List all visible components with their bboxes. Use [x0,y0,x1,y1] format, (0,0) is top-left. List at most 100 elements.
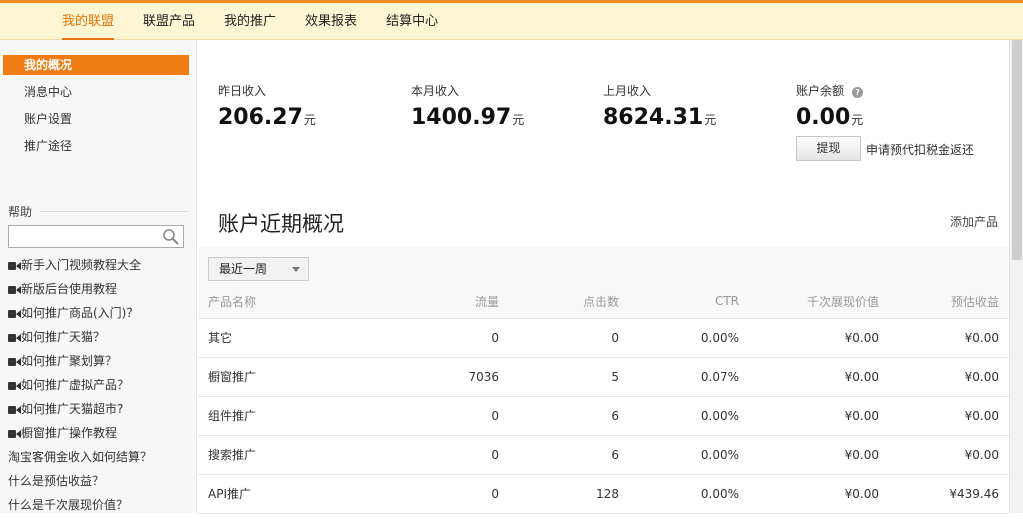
overview-table: 产品名称 流量 点击数 CTR 千次展现价值 预估收益 其它 0 0 0.00%… [198,285,1009,514]
column-header: 产品名称 [198,285,388,319]
cell-rpm: ¥0.00 [739,435,879,475]
help-link[interactable]: 新版后台使用教程 [8,279,196,303]
stat-label: 昨日收入 [218,84,267,98]
vertical-scrollbar[interactable] [1009,40,1023,513]
help-link[interactable]: 如何推广虚拟产品？ [8,375,196,399]
column-header: 流量 [388,285,499,319]
add-product-link[interactable]: 添加产品 [950,213,998,230]
sidebar-item-overview[interactable]: 我的概况 [3,55,189,75]
cell-estimated-income: ¥0.00 [879,357,1009,397]
scrollbar-thumb[interactable] [1012,40,1022,260]
table-header-row: 产品名称 流量 点击数 CTR 千次展现价值 预估收益 [198,285,1009,319]
cell-traffic: 7036 [388,357,499,397]
help-links: 新手入门视频教程大全 新版后台使用教程 如何推广商品(入门)？ 如何推广天猫？ … [8,255,196,519]
stat-label: 本月收入 [411,84,460,98]
cell-estimated-income: ¥439.46 [879,474,1009,514]
cell-ctr: 0.07% [619,357,739,397]
search-icon[interactable] [162,228,180,246]
cell-product-name: 其它 [198,318,388,358]
top-nav-bar: 我的联盟 联盟产品 我的推广 效果报表 结算中心 [0,0,1023,40]
table-row: 组件推广 0 6 0.00% ¥0.00 ¥0.00 [198,396,1009,436]
stat-yesterday-income: 昨日收入 206.27元 [218,82,316,130]
help-icon[interactable]: ? [852,87,864,98]
stat-value: 0.00元 [796,105,864,130]
help-divider [40,211,188,212]
help-link[interactable]: 如何推广天猫？ [8,327,196,351]
help-link[interactable]: 如何推广商品(入门)？ [8,303,196,327]
cell-product-name: 橱窗推广 [198,357,388,397]
nav-my-promotion[interactable]: 我的推广 [224,3,276,40]
cell-ctr: 0.00% [619,396,739,436]
cell-ctr: 0.00% [619,435,739,475]
table-row: API推广 0 128 0.00% ¥0.00 ¥439.46 [198,474,1009,514]
stat-value: 1400.97元 [411,105,525,130]
sidebar-item-promotion-channels[interactable]: 推广途径 [3,136,189,156]
help-link[interactable]: 如何推广天猫超市? [8,399,196,423]
help-link[interactable]: 如何推广聚划算？ [8,351,196,375]
column-header: 预估收益 [879,285,1009,319]
cell-product-name: 组件推广 [198,396,388,436]
video-icon [8,261,21,270]
stat-account-balance: 账户余额? 0.00元 [796,82,863,130]
sidebar-item-messages[interactable]: 消息中心 [3,82,189,102]
cell-traffic: 0 [388,474,499,514]
help-link[interactable]: 新手入门视频教程大全 [8,255,196,279]
video-icon [8,333,21,342]
table-row: 橱窗推广 7036 5 0.07% ¥0.00 ¥0.00 [198,357,1009,397]
help-search-input[interactable] [9,226,159,248]
withdraw-button[interactable]: 提现 [796,136,861,161]
cell-clicks: 0 [499,318,619,358]
section-title: 账户近期概况 [218,212,344,236]
cell-clicks: 5 [499,357,619,397]
sidebar: 我的概况 消息中心 账户设置 推广途径 帮助 新手入门视频教程大全 新版后台使用… [0,40,197,513]
help-link[interactable]: 橱窗推广操作教程 [8,423,196,447]
cell-clicks: 128 [499,474,619,514]
nav-alliance-products[interactable]: 联盟产品 [143,3,195,40]
nav-settlement[interactable]: 结算中心 [386,3,438,40]
nav-my-alliance[interactable]: 我的联盟 [62,3,115,40]
period-select[interactable]: 最近一周 [208,257,309,281]
table-row: 其它 0 0 0.00% ¥0.00 ¥0.00 [198,318,1009,358]
cell-rpm: ¥0.00 [739,318,879,358]
tax-refund-link[interactable]: 申请预代扣税金返还 [866,141,974,158]
stat-this-month-income: 本月收入 1400.97元 [411,82,524,130]
cell-estimated-income: ¥0.00 [879,435,1009,475]
cell-estimated-income: ¥0.00 [879,318,1009,358]
help-link[interactable]: 什么是千次展现价值？ [8,495,196,519]
cell-product-name: API推广 [198,474,388,514]
column-header: CTR [619,285,739,319]
stat-value: 8624.31元 [603,105,717,130]
help-title: 帮助 [8,205,33,219]
cell-traffic: 0 [388,318,499,358]
stat-label: 上月收入 [603,84,652,98]
cell-traffic: 0 [388,396,499,436]
stat-label: 账户余额? [796,82,864,99]
cell-traffic: 0 [388,435,499,475]
video-icon [8,357,21,366]
help-link[interactable]: 淘宝客佣金收入如何结算？ [8,447,196,471]
stat-value: 206.27元 [218,105,316,130]
cell-clicks: 6 [499,396,619,436]
column-header: 千次展现价值 [739,285,879,319]
cell-ctr: 0.00% [619,474,739,514]
top-nav: 我的联盟 联盟产品 我的推广 效果报表 结算中心 [62,3,467,40]
cell-rpm: ¥0.00 [739,357,879,397]
cell-estimated-income: ¥0.00 [879,396,1009,436]
help-search-box [8,225,184,248]
cell-rpm: ¥0.00 [739,396,879,436]
cell-rpm: ¥0.00 [739,474,879,514]
sidebar-item-account-settings[interactable]: 账户设置 [3,109,189,129]
cell-ctr: 0.00% [619,318,739,358]
column-header: 点击数 [499,285,619,319]
stat-last-month-income: 上月收入 8624.31元 [603,82,716,130]
overview-table-panel: 最近一周 产品名称 流量 点击数 CTR 千次展现价值 预估收益 其它 0 0 … [198,247,1009,514]
video-icon [8,429,21,438]
chevron-down-icon [292,267,300,272]
sidebar-menu: 我的概况 消息中心 账户设置 推广途径 [3,55,189,163]
cell-clicks: 6 [499,435,619,475]
cell-product-name: 搜索推广 [198,435,388,475]
video-icon [8,381,21,390]
help-link[interactable]: 什么是预估收益？ [8,471,196,495]
nav-reports[interactable]: 效果报表 [305,3,357,40]
video-icon [8,285,21,294]
